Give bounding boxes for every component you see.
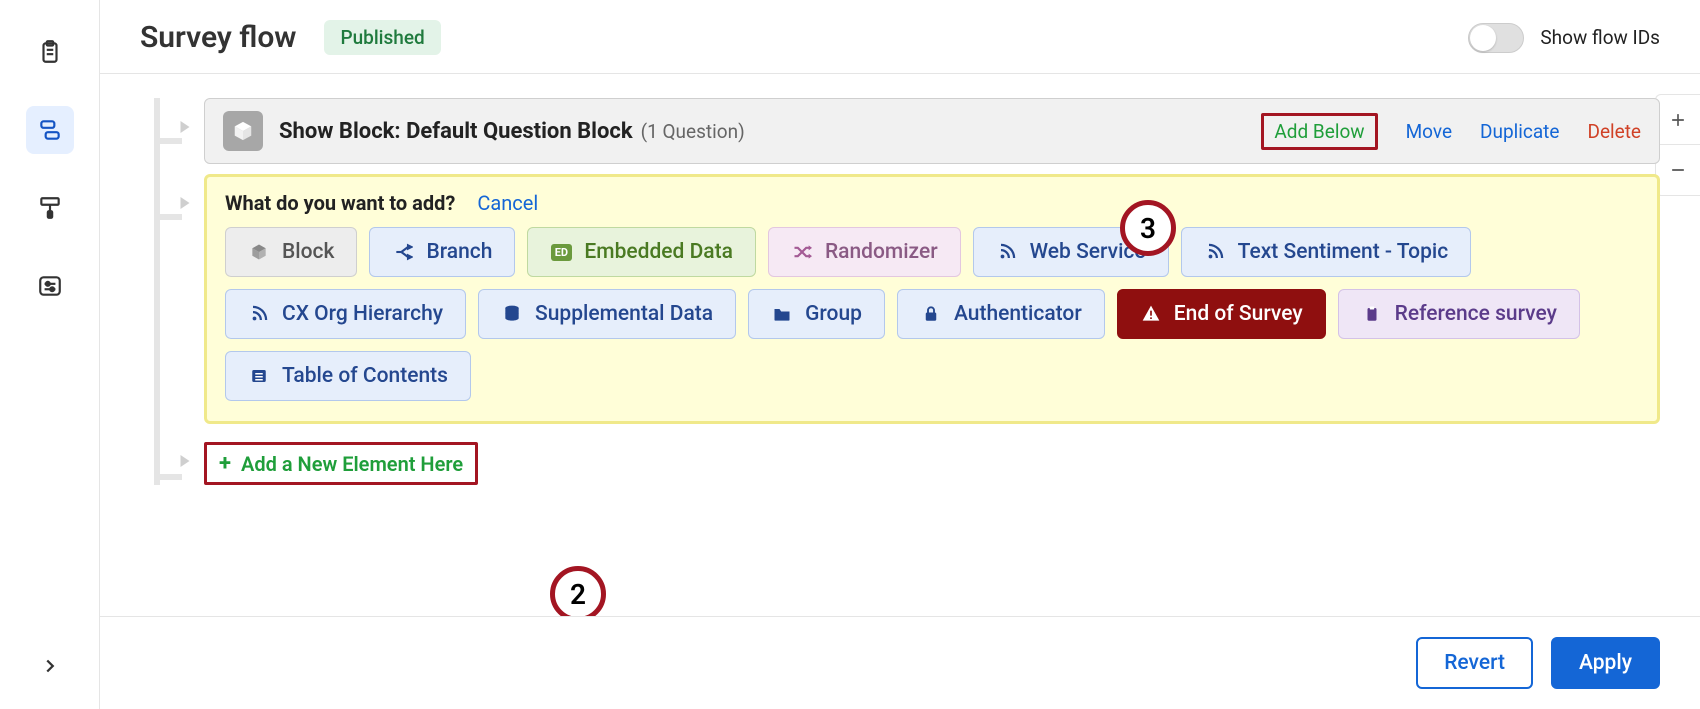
revert-button[interactable]: Revert: [1416, 637, 1533, 689]
duplicate-button[interactable]: Duplicate: [1480, 120, 1559, 143]
option-group-label: Group: [805, 302, 862, 326]
option-cx-org-label: CX Org Hierarchy: [282, 302, 443, 326]
option-cx-org[interactable]: CX Org Hierarchy: [225, 289, 466, 339]
lock-icon: [920, 303, 942, 325]
element-type-options: Block Branch ED Embedded Data: [225, 227, 1639, 401]
cube-icon: [248, 241, 270, 263]
database-icon: [501, 303, 523, 325]
block-title-name: Default Question Block: [406, 119, 633, 144]
nav-paint-icon[interactable]: [26, 184, 74, 232]
add-element-panel: What do you want to add? Cancel Block Br…: [204, 174, 1660, 424]
add-panel-question: What do you want to add?: [225, 191, 455, 215]
option-text-sentiment-label: Text Sentiment - Topic: [1238, 240, 1449, 264]
nav-clipboard-icon[interactable]: [26, 28, 74, 76]
add-below-button[interactable]: Add Below: [1261, 113, 1377, 150]
option-embedded-data-label: Embedded Data: [584, 240, 733, 264]
zoom-controls: [1655, 94, 1700, 196]
flow-tick-icon: [176, 118, 194, 140]
option-toc[interactable]: Table of Contents: [225, 351, 471, 401]
annotation-2: 2: [550, 566, 606, 616]
flow-canvas: Show Block: Default Question Block (1 Qu…: [100, 74, 1700, 616]
option-block[interactable]: Block: [225, 227, 357, 277]
option-end-survey[interactable]: End of Survey: [1117, 289, 1326, 339]
question-block-card[interactable]: Show Block: Default Question Block (1 Qu…: [204, 98, 1660, 164]
list-icon: [248, 365, 270, 387]
app-root: Survey flow Published Show flow IDs: [0, 0, 1700, 709]
block-subtitle: (1 Question): [641, 120, 745, 143]
option-randomizer-label: Randomizer: [825, 240, 938, 264]
left-nav: [0, 0, 100, 709]
block-title-prefix: Show Block:: [279, 119, 406, 144]
flow-block-row: Show Block: Default Question Block (1 Qu…: [170, 98, 1660, 164]
add-new-element-label: Add a New Element Here: [241, 452, 463, 476]
option-supplemental[interactable]: Supplemental Data: [478, 289, 736, 339]
zoom-in-button[interactable]: [1656, 95, 1700, 145]
rss-icon: [1204, 241, 1226, 263]
warning-icon: [1140, 303, 1162, 325]
option-supplemental-label: Supplemental Data: [535, 302, 713, 326]
folder-icon: [771, 303, 793, 325]
nav-sliders-icon[interactable]: [26, 262, 74, 310]
option-embedded-data[interactable]: ED Embedded Data: [527, 227, 756, 277]
option-authenticator[interactable]: Authenticator: [897, 289, 1105, 339]
embedded-data-icon: ED: [550, 241, 572, 263]
option-randomizer[interactable]: Randomizer: [768, 227, 961, 277]
option-text-sentiment[interactable]: Text Sentiment - Topic: [1181, 227, 1472, 277]
nav-collapse-icon[interactable]: [39, 655, 61, 681]
plus-icon: +: [219, 451, 231, 476]
cube-icon: [223, 111, 263, 151]
option-end-survey-label: End of Survey: [1174, 302, 1303, 326]
option-block-label: Block: [282, 240, 334, 264]
show-flow-ids-toggle[interactable]: [1468, 23, 1524, 53]
flow-tick-icon: [176, 194, 194, 216]
option-branch-label: Branch: [426, 240, 492, 264]
branch-icon: [392, 241, 414, 263]
option-reference[interactable]: Reference survey: [1338, 289, 1580, 339]
flow-add-new-row: + Add a New Element Here: [170, 442, 1660, 485]
option-group[interactable]: Group: [748, 289, 885, 339]
footer-bar: Revert Apply: [100, 616, 1700, 709]
rss-icon: [248, 303, 270, 325]
flow-tick-icon: [176, 452, 194, 474]
header-bar: Survey flow Published Show flow IDs: [100, 0, 1700, 74]
option-reference-label: Reference survey: [1395, 302, 1557, 326]
option-authenticator-label: Authenticator: [954, 302, 1082, 326]
show-flow-ids-label: Show flow IDs: [1540, 26, 1660, 49]
move-button[interactable]: Move: [1406, 120, 1452, 143]
option-branch[interactable]: Branch: [369, 227, 515, 277]
shuffle-icon: [791, 241, 813, 263]
status-badge: Published: [324, 20, 440, 55]
block-title-wrap: Show Block: Default Question Block (1 Qu…: [279, 119, 745, 144]
flow-tree: Show Block: Default Question Block (1 Qu…: [154, 98, 1660, 485]
delete-button[interactable]: Delete: [1587, 120, 1641, 143]
rss-icon: [996, 241, 1018, 263]
main-panel: Survey flow Published Show flow IDs: [100, 0, 1700, 709]
nav-flow-icon[interactable]: [26, 106, 74, 154]
zoom-out-button[interactable]: [1656, 145, 1700, 195]
add-new-element-link[interactable]: + Add a New Element Here: [204, 442, 478, 485]
option-toc-label: Table of Contents: [282, 364, 448, 388]
clipboard-icon: [1361, 303, 1383, 325]
apply-button[interactable]: Apply: [1551, 637, 1660, 689]
cancel-link[interactable]: Cancel: [477, 191, 538, 215]
block-actions: Add Below Move Duplicate Delete: [1261, 113, 1641, 150]
annotation-3: 3: [1120, 200, 1176, 256]
page-title: Survey flow: [140, 20, 296, 55]
flow-add-panel-row: What do you want to add? Cancel Block Br…: [170, 174, 1660, 424]
